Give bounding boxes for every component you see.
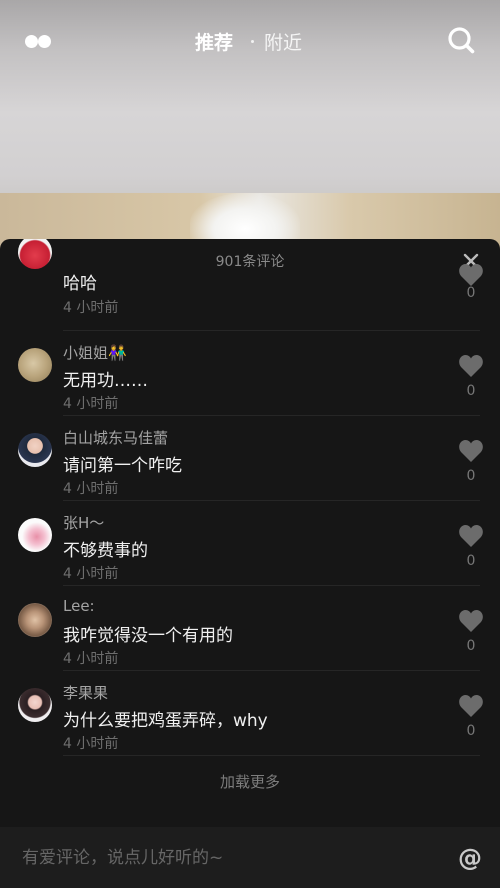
heart-icon[interactable] [458, 354, 484, 378]
like-count: 0 [466, 638, 476, 654]
comment-time: 4 小时前 [63, 736, 119, 752]
comment-input[interactable] [0, 827, 440, 888]
comment-time: 4 小时前 [63, 481, 119, 497]
avatar[interactable] [18, 688, 52, 722]
avatar[interactable] [18, 348, 52, 382]
like-count: 0 [466, 553, 476, 569]
comment-input-bar: @ [0, 827, 500, 888]
comment-time: 4 小时前 [63, 396, 119, 412]
comment-time: 4 小时前 [63, 651, 119, 667]
comment-time: 4 小时前 [63, 566, 119, 582]
heart-icon[interactable] [458, 263, 484, 287]
search-icon[interactable] [447, 26, 475, 54]
comment-text: 哈哈 [63, 274, 97, 294]
avatar[interactable] [18, 603, 52, 637]
like-count: 0 [466, 285, 476, 301]
heart-icon[interactable] [458, 609, 484, 633]
comment-time: 4 小时前 [63, 300, 119, 316]
comment-item: Lee: 我咋觉得没一个有用的 4 小时前 0 [0, 586, 500, 671]
avatar[interactable] [18, 433, 52, 467]
avatar[interactable] [18, 518, 52, 552]
heart-icon[interactable] [458, 694, 484, 718]
avatar[interactable] [18, 239, 52, 269]
load-more-button[interactable]: 加载更多 [0, 771, 500, 792]
like-count: 0 [466, 383, 476, 399]
tab-recommend[interactable]: 推荐 [195, 28, 233, 55]
menu-dots-icon[interactable] [25, 35, 55, 49]
heart-icon[interactable] [458, 524, 484, 548]
tab-nearby[interactable]: 附近 [264, 28, 302, 55]
comment-text: 请问第一个咋吃 [63, 456, 182, 476]
comment-item: 白山城东马佳蕾 请问第一个咋吃 4 小时前 0 [0, 416, 500, 501]
comment-username[interactable]: 张H～ [63, 512, 104, 533]
top-bar: 推荐 附近 [0, 0, 500, 80]
comment-item: 哈哈 4 小时前 0 [0, 239, 500, 331]
comments-panel: 901条评论 哈哈 4 小时前 0 小姐姐👫 无用功…… 4 小时前 0 白山城… [0, 239, 500, 888]
comment-text: 无用功…… [63, 371, 148, 391]
comment-item: 张H～ 不够费事的 4 小时前 0 [0, 501, 500, 586]
mention-at-icon[interactable]: @ [458, 844, 482, 872]
comment-username[interactable]: Lee: [63, 597, 95, 615]
comment-text: 不够费事的 [63, 541, 148, 561]
comment-item: 小姐姐👫 无用功…… 4 小时前 0 [0, 331, 500, 416]
comment-text: 为什么要把鸡蛋弄碎，why [63, 711, 268, 731]
tab-separator [251, 40, 254, 43]
divider [63, 755, 480, 756]
like-count: 0 [466, 468, 476, 484]
comment-text: 我咋觉得没一个有用的 [63, 626, 233, 646]
heart-icon[interactable] [458, 439, 484, 463]
comment-username[interactable]: 李果果 [63, 682, 108, 703]
comment-username[interactable]: 小姐姐👫 [63, 342, 127, 363]
comment-username[interactable]: 白山城东马佳蕾 [63, 427, 168, 448]
comment-item: 李果果 为什么要把鸡蛋弄碎，why 4 小时前 0 [0, 671, 500, 756]
like-count: 0 [466, 723, 476, 739]
